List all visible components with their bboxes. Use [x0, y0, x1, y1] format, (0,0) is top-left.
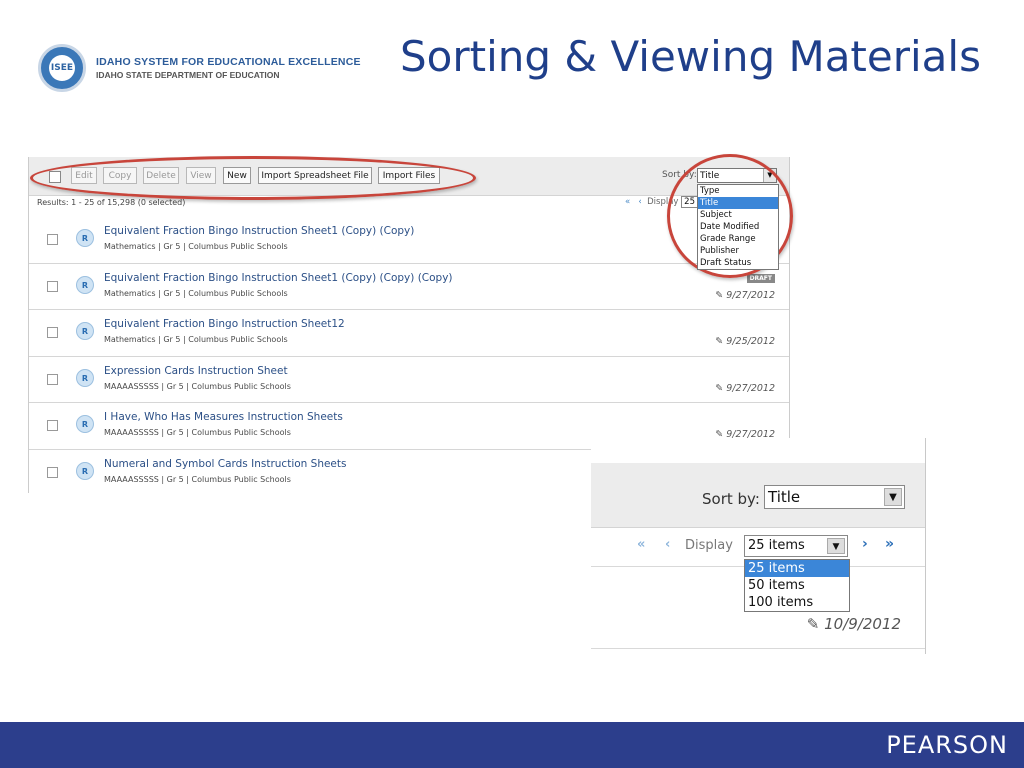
- results-count: Results: 1 - 25 of 15,298 (0 selected): [37, 198, 186, 207]
- first-page-icon[interactable]: «: [637, 537, 645, 552]
- list-item[interactable]: R Equivalent Fraction Bingo Instruction …: [29, 264, 789, 310]
- material-meta: MAAAASSSSS | Gr 5 | Columbus Public Scho…: [104, 381, 291, 391]
- logo-org-name: IDAHO SYSTEM FOR EDUCATIONAL EXCELLENCE: [96, 56, 361, 68]
- isee-logo: ISEE IDAHO SYSTEM FOR EDUCATIONAL EXCELL…: [38, 42, 361, 94]
- pencil-icon: ✎: [715, 289, 724, 301]
- modified-date: ✎ 9/27/2012: [715, 383, 775, 394]
- pencil-icon: ✎: [806, 615, 820, 633]
- inset-sort-by-select[interactable]: Title ▼: [764, 485, 905, 509]
- seal-text: ISEE: [49, 55, 75, 81]
- row-checkbox[interactable]: [47, 280, 58, 292]
- inset-sort-by-label: Sort by:: [702, 490, 760, 508]
- first-page-icon[interactable]: «: [625, 197, 630, 207]
- chevron-down-icon[interactable]: ▼: [884, 488, 902, 506]
- modified-date: ✎ 9/27/2012: [715, 290, 775, 301]
- material-meta: Mathematics | Gr 5 | Columbus Public Sch…: [104, 288, 288, 298]
- last-page-icon[interactable]: »: [885, 536, 894, 552]
- sort-option-date-modified[interactable]: Date Modified: [698, 221, 778, 233]
- display-count-dropdown: 25 items 50 items 100 items: [744, 559, 850, 612]
- material-meta: MAAAASSSSS | Gr 5 | Columbus Public Scho…: [104, 474, 291, 484]
- material-meta: MAAAASSSSS | Gr 5 | Columbus Public Scho…: [104, 428, 291, 437]
- prev-page-icon[interactable]: ‹: [665, 537, 670, 552]
- resource-type-icon: R: [76, 461, 94, 480]
- footer-bar: PEARSON: [0, 722, 1024, 768]
- display-option-100[interactable]: 100 items: [745, 594, 849, 611]
- sort-option-title[interactable]: Title: [698, 197, 778, 209]
- material-title-link[interactable]: Numeral and Symbol Cards Instruction She…: [104, 458, 346, 470]
- pencil-icon: ✎: [715, 382, 724, 394]
- logo-dept-name: IDAHO STATE DEPARTMENT OF EDUCATION: [96, 70, 280, 80]
- pencil-icon: ✎: [715, 336, 724, 347]
- row-checkbox[interactable]: [47, 420, 58, 431]
- toolbar-highlight-oval: [30, 156, 476, 200]
- material-meta: Mathematics | Gr 5 | Columbus Public Sch…: [104, 242, 288, 251]
- inset-sort-by-value: Title: [768, 488, 801, 506]
- resource-type-icon: R: [76, 229, 94, 247]
- modified-date-text: 9/27/2012: [726, 289, 775, 301]
- material-title-link[interactable]: Equivalent Fraction Bingo Instruction Sh…: [104, 318, 345, 330]
- chevron-down-icon[interactable]: ▼: [827, 538, 845, 554]
- sort-option-publisher[interactable]: Publisher: [698, 245, 778, 257]
- material-title-link[interactable]: Equivalent Fraction Bingo Instruction Sh…: [104, 272, 453, 284]
- display-count-value: 25 items: [748, 538, 805, 553]
- zoom-inset: Sort by: Title ▼ « ‹ Display 25 items ▼ …: [591, 438, 926, 654]
- material-title-link[interactable]: Expression Cards Instruction Sheet: [104, 365, 288, 377]
- list-item[interactable]: R Equivalent Fraction Bingo Instruction …: [29, 310, 789, 357]
- modified-date-text: 9/25/2012: [726, 336, 775, 347]
- display-option-50[interactable]: 50 items: [745, 577, 849, 594]
- material-meta: Mathematics | Gr 5 | Columbus Public Sch…: [104, 335, 288, 344]
- sort-option-draft-status[interactable]: Draft Status: [698, 257, 778, 269]
- modified-date-text: 9/27/2012: [726, 382, 775, 394]
- pearson-logo: PEARSON: [886, 731, 1008, 759]
- display-count-select[interactable]: 25 items ▼: [744, 535, 848, 557]
- row-checkbox[interactable]: [47, 373, 58, 385]
- divider: [591, 648, 925, 649]
- modified-date: ✎ 9/25/2012: [715, 336, 775, 347]
- isee-seal-icon: ISEE: [38, 44, 86, 92]
- list-item[interactable]: R Expression Cards Instruction Sheet MAA…: [29, 357, 789, 403]
- prev-page-icon[interactable]: ‹: [638, 197, 641, 207]
- draft-badge: DRAFT: [746, 273, 775, 283]
- sort-options-dropdown: Type Title Subject Date Modified Grade R…: [697, 184, 779, 270]
- resource-type-icon: R: [76, 415, 94, 433]
- row-checkbox[interactable]: [47, 234, 58, 245]
- next-page-icon[interactable]: ›: [862, 536, 868, 552]
- display-option-25[interactable]: 25 items: [745, 560, 849, 577]
- resource-type-icon: R: [76, 275, 94, 294]
- sort-option-subject[interactable]: Subject: [698, 209, 778, 221]
- resource-type-icon: R: [76, 368, 94, 387]
- row-checkbox[interactable]: [47, 327, 58, 338]
- row-checkbox[interactable]: [47, 466, 58, 478]
- resource-type-icon: R: [76, 322, 94, 340]
- inset-date-text: 10/9/2012: [824, 615, 901, 633]
- sort-option-type[interactable]: Type: [698, 185, 778, 197]
- slide-title: Sorting & Viewing Materials: [400, 32, 981, 81]
- inset-display-label: Display: [685, 538, 733, 553]
- material-title-link[interactable]: I Have, Who Has Measures Instruction She…: [104, 411, 343, 423]
- material-title-link[interactable]: Equivalent Fraction Bingo Instruction Sh…: [104, 225, 414, 237]
- sort-option-grade-range[interactable]: Grade Range: [698, 233, 778, 245]
- modified-date: ✎ 10/9/2012: [807, 615, 901, 633]
